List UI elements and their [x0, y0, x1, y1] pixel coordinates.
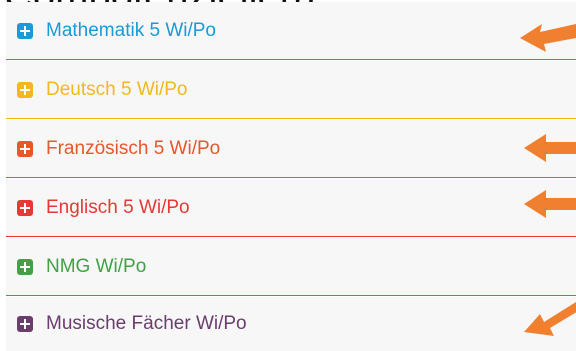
accordion-label: Englisch 5 Wi/Po: [46, 197, 190, 218]
orange-arrow-icon: [524, 302, 576, 336]
accordion-row-musische-faecher[interactable]: Musische Fächer Wi/Po: [6, 297, 576, 351]
plus-square-icon[interactable]: [17, 82, 33, 98]
accordion-row-englisch[interactable]: Englisch 5 Wi/Po: [6, 179, 576, 237]
accordion-list: Mathematik 5 Wi/Po Deutsch 5 Wi/Po Franz…: [0, 0, 576, 351]
row-divider: [6, 295, 576, 296]
accordion-row-mathematik[interactable]: Mathematik 5 Wi/Po: [6, 2, 576, 60]
row-divider: [6, 59, 576, 60]
accordion-row-deutsch[interactable]: Deutsch 5 Wi/Po: [6, 61, 576, 119]
accordion-row-franzoesisch[interactable]: Französisch 5 Wi/Po: [6, 120, 576, 178]
accordion-label: Deutsch 5 Wi/Po: [46, 79, 188, 100]
plus-square-icon[interactable]: [17, 200, 33, 216]
accordion-label: Musische Fächer Wi/Po: [46, 313, 247, 334]
accordion-row-nmg[interactable]: NMG Wi/Po: [6, 238, 576, 296]
orange-arrow-icon: [524, 190, 576, 218]
plus-square-icon[interactable]: [17, 141, 33, 157]
row-divider: [6, 177, 576, 178]
plus-square-icon[interactable]: [17, 316, 33, 332]
row-divider: [6, 236, 576, 237]
plus-square-icon[interactable]: [17, 23, 33, 39]
accordion-label: Mathematik 5 Wi/Po: [46, 20, 216, 41]
accordion-label: NMG Wi/Po: [46, 256, 147, 277]
plus-square-icon[interactable]: [17, 259, 33, 275]
row-divider: [6, 118, 576, 119]
orange-arrow-icon: [520, 24, 576, 52]
accordion-label: Französisch 5 Wi/Po: [46, 138, 221, 159]
orange-arrow-icon: [524, 134, 576, 162]
